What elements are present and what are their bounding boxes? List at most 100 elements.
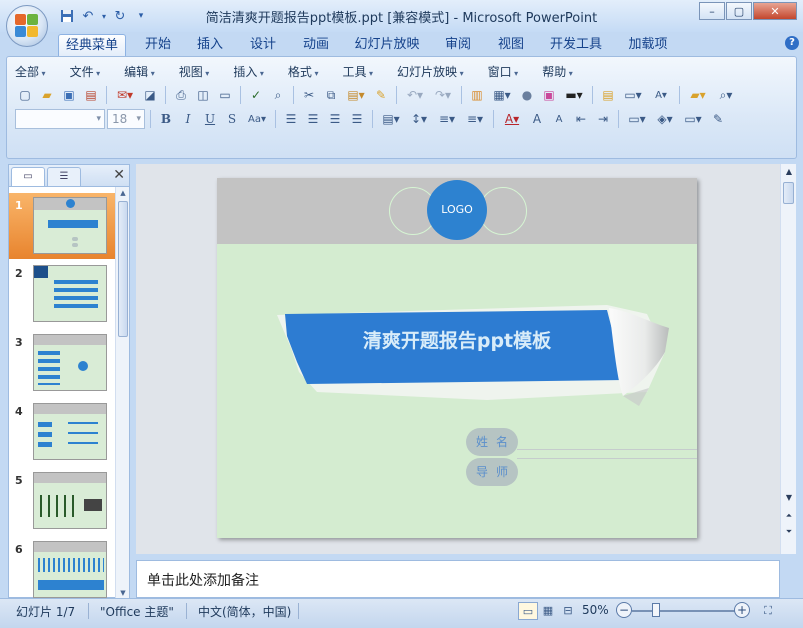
tab-insert[interactable]: 插入 bbox=[190, 34, 230, 56]
shape-outline-icon[interactable]: ✎ bbox=[708, 109, 728, 129]
notes-placeholder[interactable]: 单击此处添加备注 bbox=[147, 570, 259, 590]
menu-insert[interactable]: 插入 bbox=[233, 63, 264, 80]
textbox-icon[interactable]: A▾ bbox=[648, 85, 674, 105]
tab-review[interactable]: 审阅 bbox=[438, 34, 478, 56]
language-indicator[interactable]: 中文(简体，中国) bbox=[198, 603, 291, 620]
align-right-icon[interactable]: ☰ bbox=[325, 109, 345, 129]
normal-view-icon[interactable]: ▭ bbox=[518, 602, 538, 620]
redo-icon[interactable]: ↷▾ bbox=[430, 85, 456, 105]
new-slide-icon[interactable]: ▤ bbox=[598, 85, 618, 105]
redo-icon[interactable]: ↻ bbox=[111, 7, 129, 25]
italic-icon[interactable]: I bbox=[178, 109, 198, 129]
align-left-icon[interactable]: ☰ bbox=[281, 109, 301, 129]
chart-icon[interactable]: ▥ bbox=[467, 85, 487, 105]
menu-edit[interactable]: 编辑 bbox=[124, 63, 155, 80]
tab-addins[interactable]: 加载项 bbox=[622, 34, 674, 56]
advisor-label[interactable]: 导师 bbox=[466, 458, 518, 486]
picture-icon[interactable]: ▣ bbox=[539, 85, 559, 105]
shrink-font-icon[interactable]: A bbox=[549, 109, 569, 129]
undo-icon[interactable]: ↶▾ bbox=[402, 85, 428, 105]
undo-dropdown-icon[interactable]: ▾ bbox=[100, 7, 108, 25]
scroll-up-icon[interactable]: ▲ bbox=[783, 166, 795, 178]
menu-help[interactable]: 帮助 bbox=[542, 63, 573, 80]
zoom-level[interactable]: 50% bbox=[582, 603, 609, 617]
fit-window-icon[interactable]: ⛶ bbox=[758, 602, 778, 620]
slide-title[interactable]: 清爽开题报告ppt模板 bbox=[327, 326, 587, 353]
tab-home[interactable]: 开始 bbox=[138, 34, 178, 56]
format-painter-icon[interactable]: ✎ bbox=[371, 85, 391, 105]
save-icon[interactable]: ▣ bbox=[59, 85, 79, 105]
menu-tools[interactable]: 工具 bbox=[342, 63, 373, 80]
scrollbar-thumb[interactable] bbox=[783, 182, 794, 204]
underline-icon[interactable]: U bbox=[200, 109, 220, 129]
decrease-indent-icon[interactable]: ⇤ bbox=[571, 109, 591, 129]
maximize-button[interactable]: ▢ bbox=[726, 2, 752, 20]
clipart-icon[interactable]: ● bbox=[517, 85, 537, 105]
tab-view[interactable]: 视图 bbox=[491, 34, 531, 56]
text-direction-icon[interactable]: ▤▾ bbox=[378, 109, 404, 129]
slide-thumbnail-3[interactable]: 3 bbox=[9, 330, 115, 396]
tab-design[interactable]: 设计 bbox=[243, 34, 283, 56]
cut-icon[interactable]: ✂ bbox=[299, 85, 319, 105]
grow-font-icon[interactable]: A bbox=[527, 109, 547, 129]
menu-file[interactable]: 文件 bbox=[70, 63, 101, 80]
research-icon[interactable]: ⌕ bbox=[268, 85, 288, 105]
open-folder-icon[interactable]: ▰ bbox=[37, 85, 57, 105]
slide-thumbnail-5[interactable]: 5 bbox=[9, 468, 115, 534]
layout-icon[interactable]: ▭▾ bbox=[620, 85, 646, 105]
slides-tab[interactable]: ▭ bbox=[11, 167, 45, 186]
font-size-combo[interactable]: 18 ▾ bbox=[107, 109, 145, 129]
shadow-icon[interactable]: S bbox=[222, 109, 242, 129]
shape-fill-icon[interactable]: ▬▾ bbox=[561, 85, 587, 105]
name-label[interactable]: 姓名 bbox=[466, 428, 518, 456]
shapes-icon[interactable]: ◈▾ bbox=[652, 109, 678, 129]
next-slide-icon[interactable]: ⏷ bbox=[783, 526, 795, 538]
scroll-down-icon[interactable]: ▼ bbox=[118, 588, 128, 598]
scroll-down-icon[interactable]: ▼ bbox=[783, 492, 795, 504]
previous-slide-icon[interactable]: ⏶ bbox=[783, 510, 795, 522]
slide-scrollbar[interactable]: ▲ ▼ ⏶ ⏷ bbox=[780, 164, 796, 554]
paste-icon[interactable]: ▤▾ bbox=[343, 85, 369, 105]
slideshow-view-icon[interactable]: ⊟ bbox=[558, 602, 578, 620]
char-spacing-icon[interactable]: Aa▾ bbox=[244, 109, 270, 129]
close-icon[interactable]: ✕ bbox=[113, 167, 125, 183]
align-center-icon[interactable]: ☰ bbox=[303, 109, 323, 129]
slide-thumbnail-2[interactable]: 2 bbox=[9, 261, 115, 327]
theme-name[interactable]: "Office 主题" bbox=[100, 603, 174, 620]
slide-thumbnail-6[interactable]: 6 bbox=[9, 537, 115, 599]
increase-indent-icon[interactable]: ⇥ bbox=[593, 109, 613, 129]
menu-slideshow[interactable]: 幻灯片放映 bbox=[397, 63, 464, 80]
shape-style-icon[interactable]: ▭▾ bbox=[680, 109, 706, 129]
arrange-icon[interactable]: ▭▾ bbox=[624, 109, 650, 129]
scrollbar-thumb[interactable] bbox=[118, 201, 128, 337]
open-folder-dropdown-icon[interactable]: ▰▾ bbox=[685, 85, 711, 105]
permission-icon[interactable]: ▤ bbox=[81, 85, 101, 105]
email-icon[interactable]: ✉▾ bbox=[112, 85, 138, 105]
menu-view[interactable]: 视图 bbox=[179, 63, 210, 80]
font-name-combo[interactable]: ▾ bbox=[15, 109, 105, 129]
zoom-out-icon[interactable]: − bbox=[616, 602, 632, 618]
slides-panel-scrollbar[interactable]: ▲ ▼ bbox=[115, 187, 129, 599]
current-slide[interactable]: LOGO 清爽开题报告ppt模板 姓名 导师 bbox=[217, 178, 697, 538]
line-spacing-icon[interactable]: ↕▾ bbox=[406, 109, 432, 129]
numbering-icon[interactable]: ≡▾ bbox=[434, 109, 460, 129]
help-icon[interactable]: ? bbox=[785, 36, 799, 50]
save-icon[interactable] bbox=[58, 7, 76, 25]
bold-icon[interactable]: B bbox=[156, 109, 176, 129]
notes-pane[interactable]: 单击此处添加备注 bbox=[136, 560, 780, 598]
close-button[interactable]: ✕ bbox=[753, 2, 797, 20]
undo-icon[interactable]: ↶ bbox=[79, 7, 97, 25]
zoom-slider-track[interactable] bbox=[632, 610, 738, 612]
scroll-up-icon[interactable]: ▲ bbox=[118, 188, 128, 198]
minimize-button[interactable]: – bbox=[699, 2, 725, 20]
zoom-slider-knob[interactable] bbox=[652, 603, 660, 617]
slide-thumbnail-1[interactable]: 1 bbox=[9, 193, 115, 259]
slide-thumbnail-4[interactable]: 4 bbox=[9, 399, 115, 465]
tab-developer[interactable]: 开发工具 bbox=[543, 34, 609, 56]
spelling-icon[interactable]: ✓ bbox=[246, 85, 266, 105]
new-file-icon[interactable]: ▢ bbox=[15, 85, 35, 105]
outline-tab[interactable]: ☰ bbox=[47, 167, 81, 186]
font-color-icon[interactable]: A▾ bbox=[499, 109, 525, 129]
tab-animation[interactable]: 动画 bbox=[296, 34, 336, 56]
tab-slideshow[interactable]: 幻灯片放映 bbox=[350, 34, 424, 56]
